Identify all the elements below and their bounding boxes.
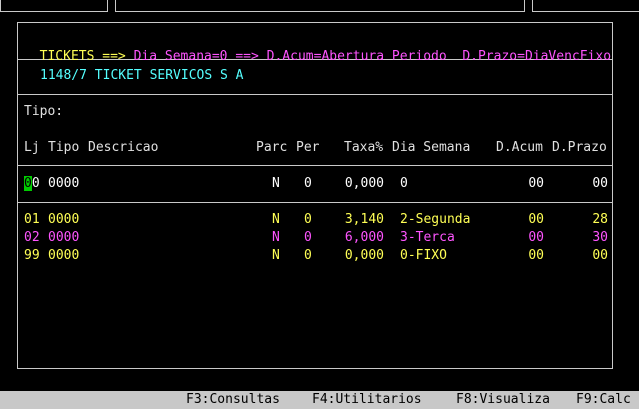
cell-per: 0 — [304, 248, 312, 263]
tipo-label[interactable]: Tipo: — [24, 104, 63, 120]
d-prazo-input[interactable]: 00 — [560, 176, 608, 192]
cell-taxa: 3,140 — [344, 212, 384, 227]
column-header-row: Lj Tipo Descricao Parc Per Taxa% Dia Sem… — [0, 140, 639, 156]
cell-d-acum: 00 — [528, 230, 544, 245]
header-arrow-1: ==> — [102, 49, 126, 64]
table-row[interactable]: 01 0000 N 0 3,140 2-Segunda 00 28 — [0, 212, 639, 228]
col-tipo: Tipo — [48, 140, 80, 155]
cell-dia-semana: 2-Segunda — [400, 212, 471, 227]
cell-taxa: 6,000 — [344, 230, 384, 245]
cell-lj: 02 — [24, 230, 40, 245]
divider-edit-row — [18, 202, 612, 203]
lj-input[interactable]: 00 — [24, 176, 40, 192]
header-d-acum: D.Acum=Abertura Periodo — [266, 49, 447, 64]
col-dia-semana: Dia Semana — [392, 140, 471, 155]
top-tab-middle — [115, 0, 525, 12]
cell-taxa: 0,000 — [344, 248, 384, 263]
cell-per: 0 — [304, 230, 312, 245]
cell-dia-semana: 0-FIXO — [400, 248, 447, 263]
col-taxa: Taxa% — [344, 140, 384, 155]
col-per: Per — [296, 140, 320, 155]
company-name: 1148/7 TICKET SERVICOS S A — [40, 68, 244, 83]
col-lj: Lj — [24, 140, 40, 155]
cell-parc: N — [272, 212, 280, 227]
col-d-prazo: D.Prazo — [552, 140, 607, 155]
divider-company — [18, 94, 612, 95]
col-descricao: Descricao — [88, 140, 159, 155]
cell-tipo: 0000 — [48, 212, 80, 227]
header-d-prazo: D.Prazo=DiaVencFixo — [462, 49, 612, 64]
tipo-input[interactable]: 0000 — [48, 176, 79, 192]
divider-columns — [18, 165, 612, 166]
cell-lj: 01 — [24, 212, 40, 227]
top-tab-left — [0, 0, 108, 12]
cell-dia-semana: 3-Terca — [400, 230, 455, 245]
top-tab-right — [532, 0, 639, 12]
cell-d-acum: 00 — [528, 248, 544, 263]
cell-per: 0 — [304, 212, 312, 227]
text-cursor: 0 — [24, 176, 32, 191]
cell-d-acum: 00 — [528, 212, 544, 227]
function-key-bar: F3:Consultas F4:Utilitarios F8:Visualiza… — [0, 391, 639, 409]
table-row[interactable]: 02 0000 N 0 6,000 3-Terca 00 30 — [0, 230, 639, 246]
per-input[interactable]: 0 — [304, 176, 312, 192]
cell-d-prazo: 30 — [592, 230, 608, 245]
col-parc: Parc — [256, 140, 288, 155]
f4-utilitarios-key[interactable]: F4:Utilitarios — [312, 392, 422, 408]
col-d-acum: D.Acum — [496, 140, 543, 155]
f8-visualiza-key[interactable]: F8:Visualiza — [456, 392, 550, 408]
d-acum-input[interactable]: 00 — [496, 176, 544, 192]
header-arrow-2: ==> — [235, 49, 259, 64]
cell-tipo: 0000 — [48, 230, 80, 245]
cell-parc: N — [272, 248, 280, 263]
cell-lj: 99 — [24, 248, 40, 263]
cell-d-prazo: 28 — [592, 212, 608, 227]
parc-input[interactable]: N — [272, 176, 280, 192]
cell-parc: N — [272, 230, 280, 245]
header-dia-semana: Dia Semana=0 — [133, 49, 228, 64]
cell-tipo: 0000 — [48, 248, 80, 263]
f9-calc-key[interactable]: F9:Calc — [576, 392, 631, 408]
cell-d-prazo: 00 — [592, 248, 608, 263]
edit-row[interactable]: 00 0000 N 0 0,000 0 00 00 — [0, 176, 639, 192]
taxa-input[interactable]: 0,000 — [336, 176, 384, 192]
header-tickets-label: TICKETS — [39, 49, 95, 64]
dia-semana-input[interactable]: 0 — [400, 176, 408, 192]
f3-consultas-key[interactable]: F3:Consultas — [186, 392, 280, 408]
header-bar: TICKETS ==> Dia Semana=0 ==> D.Acum=Aber… — [24, 33, 611, 65]
table-row[interactable]: 99 0000 N 0 0,000 0-FIXO 00 00 — [0, 248, 639, 264]
